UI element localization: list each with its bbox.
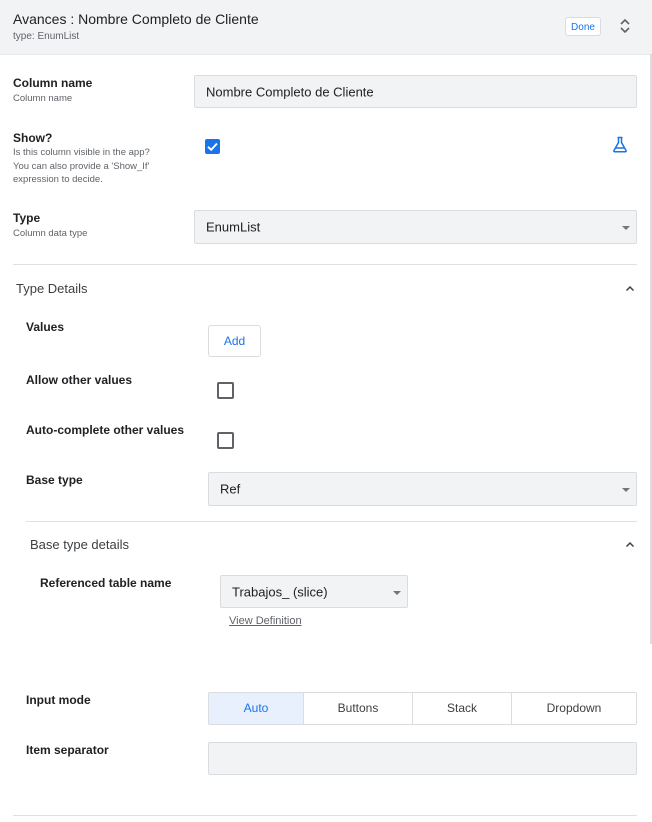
item-separator-field[interactable] bbox=[208, 742, 637, 775]
view-definition-link[interactable]: View Definition bbox=[229, 615, 302, 627]
panel-type-line: type: EnumList bbox=[13, 31, 80, 42]
type-value: EnumList bbox=[206, 219, 261, 235]
ref-table-value: Trabajos_ (slice) bbox=[232, 584, 328, 599]
column-name-label: Column name bbox=[13, 76, 93, 90]
column-name-value: Nombre Completo de Cliente bbox=[206, 84, 374, 99]
type-label: Type bbox=[13, 211, 41, 225]
chevron-down-icon bbox=[622, 488, 630, 492]
input-mode-buttons[interactable]: Buttons bbox=[303, 692, 413, 725]
allow-other-label: Allow other values bbox=[26, 373, 133, 387]
chevron-up-icon[interactable] bbox=[625, 285, 635, 292]
values-label: Values bbox=[26, 320, 65, 334]
base-type-value: Ref bbox=[220, 481, 241, 497]
input-mode-dropdown[interactable]: Dropdown bbox=[511, 692, 637, 725]
type-select[interactable]: EnumList bbox=[194, 210, 637, 244]
ref-table-label: Referenced table name bbox=[40, 576, 172, 590]
input-mode-stack[interactable]: Stack bbox=[412, 692, 512, 725]
divider bbox=[13, 815, 637, 816]
base-type-label: Base type bbox=[26, 473, 83, 487]
check-icon bbox=[207, 142, 218, 152]
chevron-down-icon bbox=[393, 591, 401, 595]
type-sub: Column data type bbox=[13, 228, 88, 239]
autocomplete-label: Auto-complete other values bbox=[26, 423, 185, 437]
show-label: Show? bbox=[13, 131, 53, 145]
divider bbox=[26, 521, 637, 522]
base-type-select[interactable]: Ref bbox=[208, 472, 637, 506]
input-mode-label: Input mode bbox=[26, 693, 91, 707]
show-sub-3: expression to decide. bbox=[13, 174, 103, 185]
base-type-details-title: Base type details bbox=[30, 537, 130, 552]
autocomplete-checkbox[interactable] bbox=[217, 432, 234, 449]
panel-title: Avances : Nombre Completo de Cliente bbox=[13, 11, 259, 27]
show-checkbox[interactable] bbox=[205, 139, 220, 154]
done-button[interactable]: Done bbox=[565, 17, 601, 36]
ref-table-select[interactable]: Trabajos_ (slice) bbox=[220, 575, 408, 608]
show-sub-1: Is this column visible in the app? bbox=[13, 147, 150, 158]
column-name-sub: Column name bbox=[13, 93, 73, 104]
item-separator-label: Item separator bbox=[26, 743, 109, 757]
type-details-title: Type Details bbox=[16, 281, 88, 296]
add-value-button[interactable]: Add bbox=[208, 325, 261, 357]
allow-other-checkbox[interactable] bbox=[217, 382, 234, 399]
chevron-down-icon bbox=[622, 226, 630, 230]
input-mode-auto[interactable]: Auto bbox=[208, 692, 304, 725]
panel-header: Avances : Nombre Completo de Cliente typ… bbox=[0, 0, 652, 55]
flask-icon[interactable] bbox=[612, 136, 628, 153]
chevron-up-icon[interactable] bbox=[625, 541, 635, 548]
show-sub-2: You can also provide a 'Show_If' bbox=[13, 160, 150, 172]
unfold-icon[interactable] bbox=[619, 18, 631, 34]
divider bbox=[13, 264, 637, 265]
column-name-field[interactable]: Nombre Completo de Cliente bbox=[194, 75, 637, 108]
